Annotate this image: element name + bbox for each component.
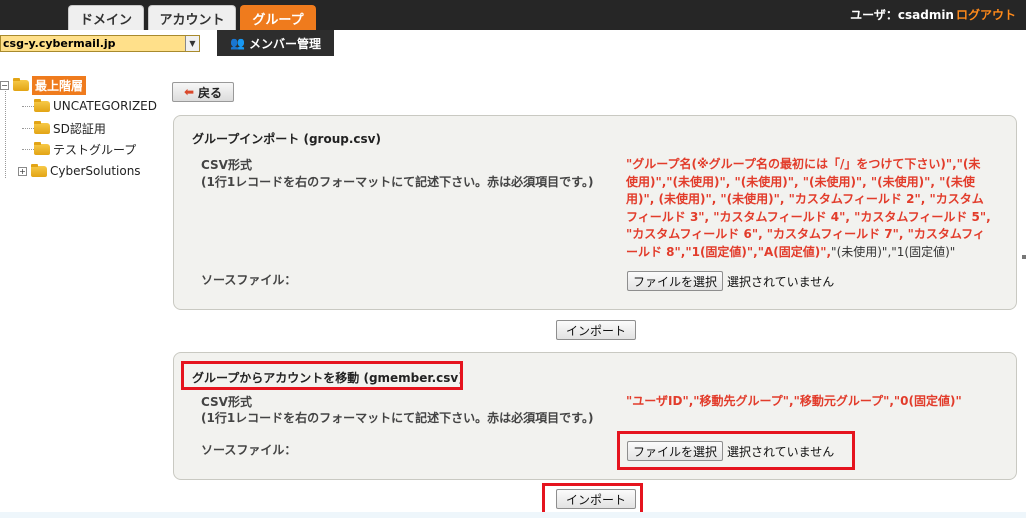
tree-item-label[interactable]: テストグループ [53, 141, 136, 158]
tree-root[interactable]: − 最上階層 [0, 75, 87, 95]
csv-format-desc: (1行1レコードを右のフォーマットにて記述下さい。赤は必須項目です。) [201, 175, 594, 189]
collapse-icon[interactable]: − [0, 80, 9, 90]
tree-item-uncategorized[interactable]: UNCATEGORIZED [34, 97, 157, 115]
back-label: 戻る [198, 85, 223, 100]
member-management-button[interactable]: 👥 メンバー管理 [217, 30, 334, 56]
tree-item-label[interactable]: SD認証用 [53, 120, 106, 137]
csv-format-spec: "グループ名(※グループ名の最初には「/」をつけて下さい)","(未使用)","… [626, 156, 991, 261]
format-required: "グループ名(※グループ名の最初には「/」をつけて下さい)","(未使用)","… [626, 157, 991, 259]
domain-select[interactable]: csg-y.cybermail.jp ▼ [0, 35, 200, 52]
file-status: 選択されていません [727, 444, 835, 459]
source-file-label: ソースファイル： [201, 443, 297, 457]
format-optional: "(未使用)","1(固定値)" [831, 244, 956, 259]
members-icon: 👥 [230, 36, 245, 50]
panel-title: グループインポート (group.csv) [192, 132, 381, 146]
chevron-down-icon[interactable]: ▼ [185, 36, 199, 51]
tree-connector [22, 149, 34, 150]
tab-account[interactable]: アカウント [148, 5, 236, 30]
csv-format-label: CSV形式 [201, 158, 252, 172]
member-management-label: メンバー管理 [248, 36, 321, 51]
arrow-left-icon: ⬅ [183, 85, 195, 99]
source-file-label: ソースファイル： [201, 273, 297, 287]
tab-domain[interactable]: ドメイン [68, 5, 144, 30]
folder-icon [31, 163, 47, 177]
folder-icon [13, 77, 29, 91]
user-info: ユーザ：csadmin ログアウト [850, 5, 1016, 23]
tree-root-label[interactable]: 最上階層 [32, 75, 87, 95]
user-label: ユーザ：csadmin [850, 7, 954, 22]
group-move-panel: グループからアカウントを移動 (gmember.csv) CSV形式 (1行1レ… [173, 352, 1017, 480]
group-move-import-button[interactable]: インポート [556, 489, 636, 509]
tree-connector [22, 128, 34, 129]
back-button[interactable]: ⬅ 戻る [172, 82, 234, 102]
format-required: "ユーザID","移動先グループ","移動元グループ","0(固定値)" [626, 394, 962, 408]
tree-connector [5, 88, 6, 178]
file-status: 選択されていません [727, 274, 835, 289]
domain-select-value: csg-y.cybermail.jp [3, 37, 116, 50]
group-import-panel: グループインポート (group.csv) CSV形式 (1行1レコードを右のフ… [173, 115, 1017, 310]
folder-icon [34, 98, 50, 112]
top-header: ドメイン アカウント グループ ユーザ：csadmin ログアウト [0, 0, 1026, 30]
tree-item-label[interactable]: UNCATEGORIZED [53, 99, 157, 113]
tree-item-sd-auth[interactable]: SD認証用 [34, 119, 106, 137]
csv-format-label: CSV形式 [201, 395, 252, 409]
tab-group[interactable]: グループ [240, 5, 316, 30]
group-import-button[interactable]: インポート [556, 320, 636, 340]
csv-format-spec: "ユーザID","移動先グループ","移動元グループ","0(固定値)" [626, 393, 991, 411]
choose-file-button[interactable]: ファイルを選択 [627, 271, 724, 291]
file-input[interactable]: ファイルを選択 選択されていません [627, 441, 834, 461]
csv-format-desc: (1行1レコードを右のフォーマットにて記述下さい。赤は必須項目です。) [201, 411, 594, 425]
page-bottom-edge [0, 512, 1026, 518]
file-input[interactable]: ファイルを選択 選択されていません [627, 271, 834, 291]
logout-link[interactable]: ログアウト [956, 6, 1016, 23]
sub-toolbar: csg-y.cybermail.jp ▼ [0, 30, 1026, 56]
tree-item-test-group[interactable]: テストグループ [34, 140, 136, 158]
folder-icon [34, 141, 50, 155]
tree-item-cybersolutions[interactable]: + CyberSolutions [18, 162, 141, 180]
expand-icon[interactable]: + [18, 166, 27, 176]
folder-icon [34, 120, 50, 134]
tree-connector [22, 106, 34, 107]
panel-title: グループからアカウントを移動 (gmember.csv) [192, 371, 464, 385]
scrollbar-marker[interactable] [1022, 255, 1026, 259]
choose-file-button[interactable]: ファイルを選択 [627, 441, 724, 461]
tree-item-label[interactable]: CyberSolutions [50, 164, 141, 178]
